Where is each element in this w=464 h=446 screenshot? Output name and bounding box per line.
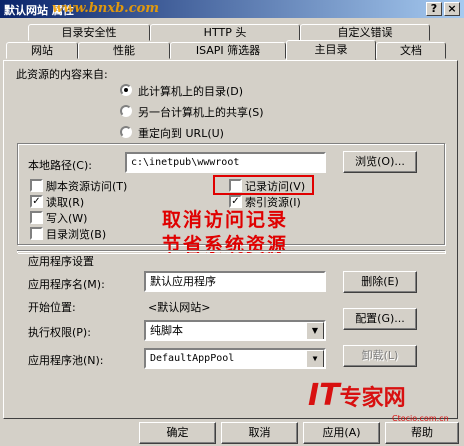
tab-performance[interactable]: 性能	[78, 42, 170, 59]
start-position-label: 开始位置:	[28, 301, 76, 314]
radio-this-computer-label: 此计算机上的目录(D)	[138, 85, 244, 98]
browse-button[interactable]: 浏览(O)...	[343, 151, 417, 173]
tab-http-headers[interactable]: HTTP 头	[150, 24, 300, 41]
tab-directory-security[interactable]: 目录安全性	[28, 24, 150, 41]
read-checkbox[interactable]: ✓	[30, 195, 43, 208]
help-title-button[interactable]: ?	[426, 2, 442, 16]
execute-permissions-select[interactable]: 纯脚本 ▼	[144, 320, 326, 341]
script-access-label: 脚本资源访问(T)	[46, 180, 128, 193]
help-button[interactable]: 帮助	[385, 422, 459, 444]
directory-browsing-checkbox[interactable]	[30, 227, 43, 240]
close-button[interactable]: ×	[444, 2, 460, 16]
logo-it-text: IT	[308, 378, 340, 413]
app-pool-value: DefaultAppPool	[150, 353, 235, 364]
write-label: 写入(W)	[46, 212, 88, 225]
local-path-label: 本地路径(C):	[28, 159, 92, 172]
tab-website[interactable]: 网站	[6, 42, 78, 59]
radio-network-share[interactable]	[120, 105, 132, 117]
app-name-label: 应用程序名(M):	[28, 278, 105, 291]
chevron-down-icon[interactable]: ▼	[306, 322, 324, 339]
chevron-down-icon[interactable]: ▼	[306, 350, 324, 367]
apply-button[interactable]: 应用(A)	[303, 422, 380, 444]
radio-redirect-url[interactable]	[120, 126, 132, 138]
radio-network-share-label: 另一台计算机上的共享(S)	[138, 106, 264, 119]
app-pool-label: 应用程序池(N):	[28, 354, 104, 367]
execute-permissions-label: 执行权限(P):	[28, 326, 91, 339]
source-heading: 此资源的内容来自:	[16, 68, 108, 81]
start-position-value: <默认网站>	[148, 301, 211, 314]
tab-isapi-filters[interactable]: ISAPI 筛选器	[170, 42, 286, 59]
log-visits-label: 记录访问(V)	[245, 180, 306, 193]
logo: IT专家网	[308, 378, 406, 413]
app-pool-select[interactable]: DefaultAppPool ▼	[144, 348, 326, 369]
local-path-input[interactable]: c:\inetpub\wwwroot	[125, 152, 326, 173]
unload-button: 卸载(L)	[343, 345, 417, 367]
configuration-button[interactable]: 配置(G)...	[343, 308, 417, 330]
tab-documents[interactable]: 文档	[376, 42, 446, 59]
radio-redirect-url-label: 重定向到 URL(U)	[138, 127, 224, 140]
remove-button[interactable]: 删除(E)	[343, 271, 417, 293]
execute-permissions-value: 纯脚本	[150, 324, 183, 337]
write-checkbox[interactable]	[30, 211, 43, 224]
ok-button[interactable]: 确定	[139, 422, 216, 444]
tab-custom-errors[interactable]: 自定义错误	[300, 24, 430, 41]
watermark-text: www.bnxb.com	[52, 1, 160, 16]
radio-this-computer[interactable]	[120, 84, 132, 96]
app-name-input[interactable]: 默认应用程序	[144, 271, 326, 292]
directory-browsing-label: 目录浏览(B)	[46, 228, 107, 241]
log-visits-checkbox[interactable]	[229, 179, 242, 192]
cancel-button[interactable]: 取消	[221, 422, 298, 444]
tab-home-directory[interactable]: 主目录	[286, 40, 376, 60]
annotation-line-1: 取消访问记录	[162, 209, 289, 231]
read-label: 读取(R)	[46, 196, 85, 209]
logo-name-text: 专家网	[339, 386, 406, 411]
app-settings-heading: 应用程序设置	[28, 255, 94, 268]
script-access-checkbox[interactable]	[30, 179, 43, 192]
